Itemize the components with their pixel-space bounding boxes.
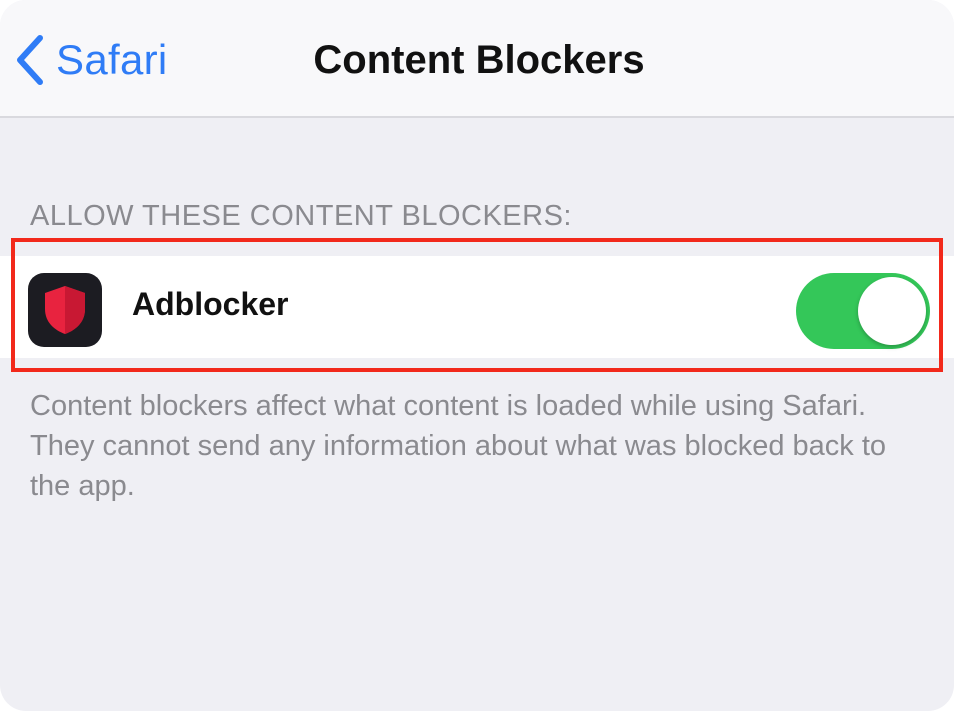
app-icon	[28, 273, 102, 347]
page-title: Content Blockers	[313, 38, 645, 82]
toggle-knob[interactable]	[858, 277, 926, 345]
settings-screen: Safari Content Blockers ALLOW THESE CONT…	[0, 0, 954, 711]
content-blocker-row[interactable]: Adblocker	[0, 256, 954, 358]
shield-icon	[45, 286, 85, 334]
content-blocker-label: Adblocker	[132, 286, 289, 322]
section-footer: Content blockers affect what content is …	[30, 390, 887, 502]
section-header: ALLOW THESE CONTENT BLOCKERS:	[30, 200, 572, 232]
adblocker-toggle[interactable]	[796, 273, 930, 349]
navigation-bar: Safari Content Blockers	[0, 0, 954, 118]
